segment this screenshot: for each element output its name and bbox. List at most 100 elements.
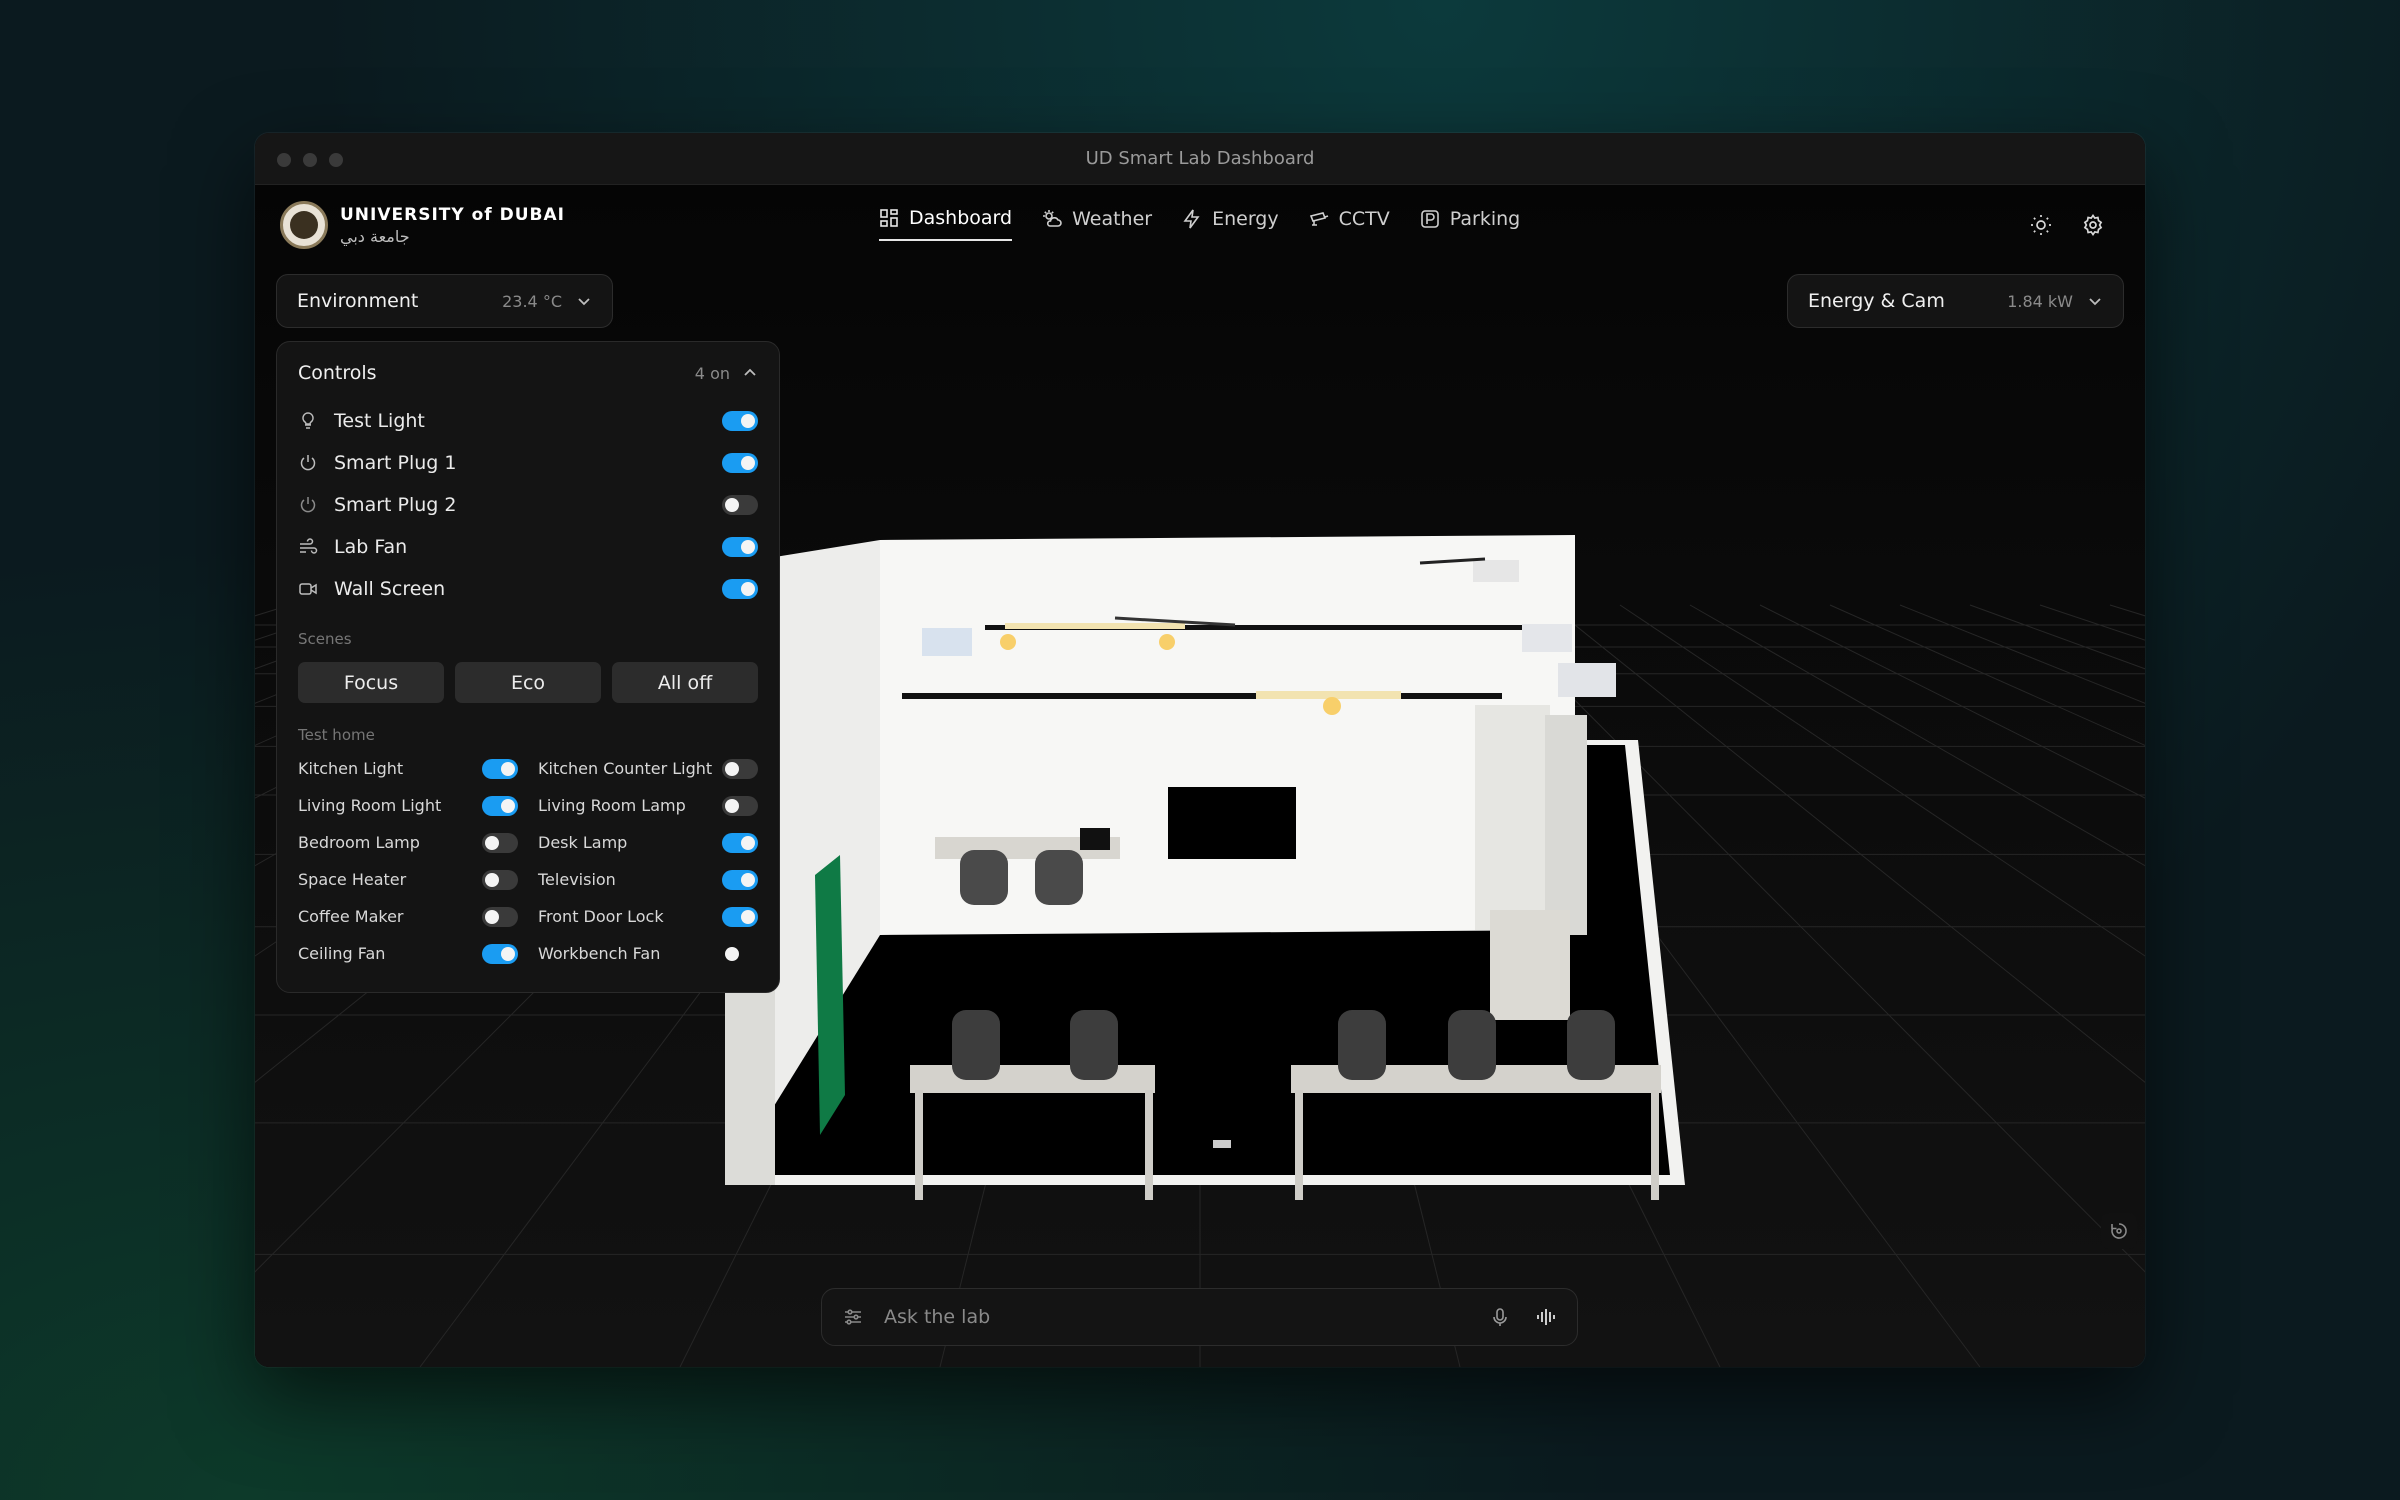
tab-energy-label: Energy <box>1212 208 1279 230</box>
home-device-ceiling-fan: Ceiling Fan <box>298 935 518 972</box>
tab-dashboard-label: Dashboard <box>909 207 1013 229</box>
energy-cam-dropdown[interactable]: Energy & Cam 1.84 kW <box>1787 274 2124 328</box>
gear-icon[interactable] <box>2081 213 2105 237</box>
device-name: Smart Plug 2 <box>334 494 457 516</box>
device-row-lab-fan: Lab Fan <box>298 526 758 568</box>
environment-temperature: 23.4 °C <box>502 291 562 311</box>
smart-plug-2-toggle[interactable] <box>722 495 758 515</box>
title-bar: UD Smart Lab Dashboard <box>255 133 2145 185</box>
wind-icon <box>300 538 318 554</box>
close-window-button[interactable] <box>277 153 291 167</box>
tab-parking[interactable]: Parking <box>1420 207 1520 241</box>
parking-icon <box>1420 210 1439 228</box>
window-title: UD Smart Lab Dashboard <box>1085 148 1315 169</box>
university-logo: UNIVERSITY of DUBAI جامعة دبي <box>280 201 565 249</box>
home-device-workbench-fan: Workbench Fan <box>538 935 758 972</box>
wall-screen-toggle[interactable] <box>722 579 758 599</box>
video-icon <box>299 583 317 595</box>
voice-waveform-icon[interactable] <box>1535 1306 1557 1328</box>
scene-eco-button[interactable]: Eco <box>455 662 601 703</box>
bulb-icon <box>302 412 314 429</box>
device-row-test-light: Test Light <box>298 400 758 442</box>
tab-energy[interactable]: Energy <box>1182 207 1279 241</box>
home-device-name: Ceiling Fan <box>298 944 386 963</box>
workbench-fan-toggle[interactable] <box>722 944 758 964</box>
desk-lamp-toggle[interactable] <box>722 832 758 853</box>
home-device-name: Kitchen Counter Light <box>538 759 713 778</box>
sliders-icon[interactable] <box>842 1306 864 1328</box>
home-device-space-heater: Space Heater <box>298 861 518 898</box>
home-device-name: Bedroom Lamp <box>298 833 420 852</box>
device-row-wall-screen: Wall Screen <box>298 568 758 610</box>
scene-focus-button[interactable]: Focus <box>298 662 444 703</box>
home-device-coffee-maker: Coffee Maker <box>298 898 518 935</box>
television-toggle[interactable] <box>722 869 758 890</box>
device-list: Test Light Smart Plug 1 Smart Plug 2 Lab… <box>298 400 758 610</box>
sun-icon[interactable] <box>2029 213 2053 237</box>
camera-icon <box>1309 212 1328 226</box>
space-heater-toggle[interactable] <box>482 869 518 890</box>
maximize-window-button[interactable] <box>329 153 343 167</box>
bolt-icon <box>1183 209 1200 229</box>
kitchen-counter-light-toggle[interactable] <box>722 758 758 779</box>
controls-title: Controls <box>298 362 377 384</box>
lab-room-model <box>725 535 1685 1200</box>
home-device-name: Workbench Fan <box>538 944 661 963</box>
home-device-name: Television <box>538 870 616 889</box>
recenter-view-button[interactable] <box>2101 1213 2137 1249</box>
smart-plug-1-toggle[interactable] <box>722 453 758 473</box>
device-row-smart-plug-1: Smart Plug 1 <box>298 442 758 484</box>
ceiling-fan-toggle[interactable] <box>482 943 518 964</box>
home-device-name: Coffee Maker <box>298 907 404 926</box>
power-icon <box>300 497 316 513</box>
home-device-name: Desk Lamp <box>538 833 628 852</box>
chevron-down-icon <box>578 298 590 306</box>
sun-cloud-icon <box>1043 210 1062 227</box>
device-name: Lab Fan <box>334 536 408 558</box>
front-door-lock-toggle[interactable] <box>722 906 758 927</box>
microphone-icon[interactable] <box>1489 1306 1511 1328</box>
logo-name-en: UNIVERSITY of DUBAI <box>340 204 565 225</box>
test-home-label: Test home <box>298 726 375 744</box>
tab-weather-label: Weather <box>1072 208 1153 230</box>
home-device-living-room-light: Living Room Light <box>298 787 518 824</box>
home-device-living-room-lamp: Living Room Lamp <box>538 787 758 824</box>
tab-weather[interactable]: Weather <box>1042 207 1152 241</box>
environment-label: Environment <box>297 290 419 312</box>
rotate-view-icon <box>2111 1223 2127 1239</box>
energy-cam-power: 1.84 kW <box>2007 291 2073 311</box>
ask-input[interactable] <box>884 1306 1489 1328</box>
coffee-maker-toggle[interactable] <box>482 906 518 927</box>
header-actions <box>2029 213 2105 237</box>
logo-name-ar: جامعة دبي <box>340 226 410 246</box>
tab-dashboard[interactable]: Dashboard <box>879 207 1013 241</box>
environment-dropdown[interactable]: Environment 23.4 °C <box>276 274 613 328</box>
minimize-window-button[interactable] <box>303 153 317 167</box>
chevron-up-icon[interactable] <box>742 365 758 381</box>
tab-cctv-label: CCTV <box>1338 208 1390 230</box>
controls-panel: Controls 4 on Test Light Smart Plug 1 Sm… <box>276 341 780 993</box>
window-controls <box>277 153 343 167</box>
test-home-devices: Kitchen Light Kitchen Counter Light Livi… <box>298 750 758 972</box>
home-device-kitchen-counter-light: Kitchen Counter Light <box>538 750 758 787</box>
scene-buttons: Focus Eco All off <box>298 662 758 703</box>
scene-all-off-button[interactable]: All off <box>612 662 758 703</box>
home-device-kitchen-light: Kitchen Light <box>298 750 518 787</box>
lab-fan-toggle[interactable] <box>722 537 758 557</box>
bedroom-lamp-toggle[interactable] <box>482 832 518 853</box>
tab-cctv[interactable]: CCTV <box>1309 207 1390 241</box>
ask-bar <box>821 1288 1578 1346</box>
kitchen-light-toggle[interactable] <box>482 758 518 779</box>
main-nav: Dashboard Weather Energy CCTV Parking <box>879 207 1520 241</box>
app-window: UD Smart Lab Dashboard UNIVERSITY of DUB… <box>255 133 2145 1367</box>
living-room-light-toggle[interactable] <box>482 795 518 816</box>
home-device-television: Television <box>538 861 758 898</box>
power-icon <box>300 455 316 471</box>
energy-cam-label: Energy & Cam <box>1808 290 1945 312</box>
tab-parking-label: Parking <box>1449 208 1521 230</box>
controls-header[interactable]: Controls 4 on <box>298 358 758 388</box>
living-room-lamp-toggle[interactable] <box>722 795 758 816</box>
home-device-name: Living Room Light <box>298 796 442 815</box>
test-light-toggle[interactable] <box>722 411 758 431</box>
home-device-name: Kitchen Light <box>298 759 404 778</box>
